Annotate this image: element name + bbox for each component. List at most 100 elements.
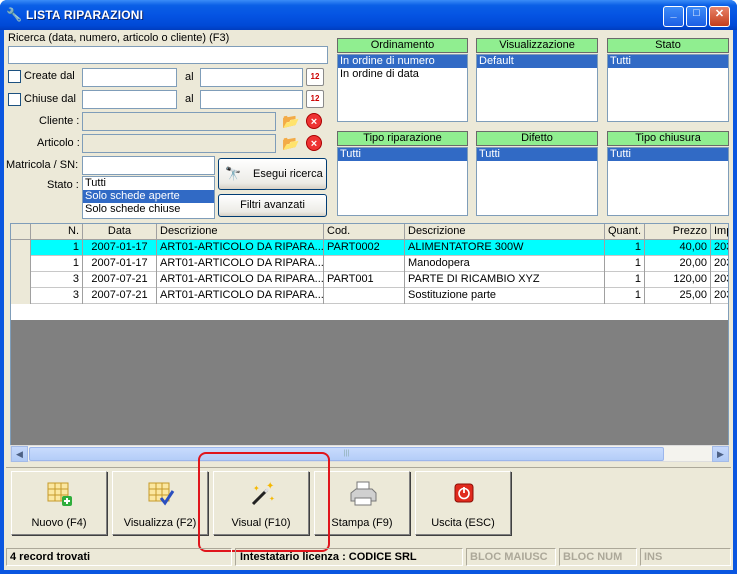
new-grid-icon <box>47 482 72 506</box>
ordinamento-listbox[interactable]: In ordine di numero In ordine di data <box>337 54 468 122</box>
column-header[interactable]: Descrizione <box>405 224 605 240</box>
toolbar: Nuovo (F4) Visualizza (F2) ✦ ✦ ✦ Visual … <box>6 467 731 544</box>
table-cell: 2007-07-21 <box>83 272 157 288</box>
stato-label: Stato : <box>47 179 79 191</box>
chiuse-dal-checkbox[interactable] <box>8 93 21 106</box>
column-header[interactable]: N. <box>31 224 83 240</box>
record-count: 4 record trovati <box>6 548 232 566</box>
tipo-chiusura-header: Tipo chiusura <box>607 131 729 146</box>
cliente-field[interactable] <box>82 112 276 131</box>
horizontal-scrollbar[interactable]: ◀ ||| ▶ <box>10 445 729 462</box>
stato-option-selected[interactable]: Solo schede aperte <box>83 190 214 203</box>
scroll-left-icon[interactable]: ◀ <box>11 446 28 462</box>
power-icon <box>454 483 474 503</box>
create-dal-label: Create dal <box>24 70 75 82</box>
create-to-date[interactable] <box>200 68 303 87</box>
calendar-icon[interactable]: 12 <box>306 68 324 86</box>
ordinamento-option-selected[interactable]: In ordine di numero <box>338 55 467 68</box>
table-cell: PARTE DI RICAMBIO XYZ <box>405 272 605 288</box>
table-cell: Manodopera <box>405 256 605 272</box>
folder-icon[interactable]: 📂 <box>282 134 300 152</box>
row-indicator <box>11 272 31 288</box>
table-cell: 1 <box>605 240 645 256</box>
visualizzazione-option-selected[interactable]: Default <box>477 55 597 68</box>
title-bar[interactable]: 🔧 LISTA RIPARAZIONI _ □ ✕ <box>0 0 737 30</box>
filtri-avanzati-button[interactable]: Filtri avanzati <box>218 194 327 217</box>
clear-icon[interactable]: × <box>306 135 322 151</box>
table-cell: 2007-07-21 <box>83 288 157 304</box>
clear-icon[interactable]: × <box>306 113 322 129</box>
table-cell: 203 <box>711 272 728 288</box>
difetto-option-selected[interactable]: Tutti <box>477 148 597 161</box>
column-header[interactable]: Data <box>83 224 157 240</box>
stato-panel-option-selected[interactable]: Tutti <box>608 55 728 68</box>
table-row[interactable]: 3 2007-07-21 ART01-ARTICOLO DA RIPARA... PA… <box>11 272 728 288</box>
wrench-icon: 🔧 <box>6 7 23 22</box>
stato-panel-header: Stato <box>607 38 729 53</box>
maximize-button[interactable]: □ <box>686 6 707 27</box>
difetto-listbox[interactable]: Tutti <box>476 147 598 216</box>
table-cell: ART01-ARTICOLO DA RIPARA... <box>157 240 324 256</box>
column-header[interactable]: Quant. <box>605 224 645 240</box>
uscita-button[interactable]: Uscita (ESC) <box>415 471 511 535</box>
stato-panel-listbox[interactable]: Tutti <box>607 54 729 122</box>
close-button[interactable]: ✕ <box>709 6 730 27</box>
table-row[interactable]: 3 2007-07-21 ART01-ARTICOLO DA RIPARA... So… <box>11 288 728 304</box>
nuovo-button[interactable]: Nuovo (F4) <box>11 471 107 535</box>
articolo-field[interactable] <box>82 134 276 153</box>
uscita-label: Uscita (ESC) <box>431 517 495 529</box>
esegui-ricerca-label: Esegui ricerca <box>253 168 323 180</box>
create-from-date[interactable] <box>82 68 177 87</box>
application-window: 🔧 LISTA RIPARAZIONI _ □ ✕ Ricerca (data,… <box>0 0 737 574</box>
annotation-highlight <box>198 452 330 552</box>
printer-icon <box>350 481 377 506</box>
visualizza-button[interactable]: Visualizza (F2) <box>112 471 208 535</box>
column-header[interactable]: Descrizione <box>157 224 324 240</box>
search-label: Ricerca (data, numero, articolo o client… <box>8 32 230 44</box>
table-cell: 203 <box>711 256 728 272</box>
difetto-header: Difetto <box>476 131 598 146</box>
visualizzazione-listbox[interactable]: Default <box>476 54 598 122</box>
tipo-chiusura-option-selected[interactable]: Tutti <box>608 148 728 161</box>
matricola-label: Matricola / SN: <box>6 159 79 171</box>
table-row-selected[interactable]: 1 2007-01-17 ART01-ARTICOLO DA RIPARA... PA… <box>11 240 728 256</box>
status-bar: 4 record trovati Intestatario licenza : … <box>6 546 731 568</box>
ordinamento-option[interactable]: In ordine di data <box>338 68 467 81</box>
window-title: LISTA RIPARAZIONI <box>26 8 144 22</box>
matricola-input[interactable] <box>82 156 215 175</box>
repairs-table[interactable]: N. Data Descrizione Cod. Descrizione Qua… <box>10 223 729 461</box>
folder-icon[interactable]: 📂 <box>282 112 300 130</box>
tipo-riparazione-option-selected[interactable]: Tutti <box>338 148 467 161</box>
table-cell: 3 <box>31 288 83 304</box>
stato-option[interactable]: Solo schede chiuse <box>83 203 214 216</box>
chiuse-to-date[interactable] <box>200 90 303 109</box>
chiuse-al-label: al <box>185 93 194 105</box>
table-cell: 1 <box>31 240 83 256</box>
scroll-thumb[interactable]: ||| <box>29 447 664 461</box>
scroll-right-icon[interactable]: ▶ <box>712 446 729 462</box>
calendar-icon[interactable]: 12 <box>306 90 324 108</box>
caps-lock-indicator: BLOC MAIUSC <box>466 548 556 566</box>
table-cell: PART0002 <box>324 240 405 256</box>
column-header[interactable]: Cod. <box>324 224 405 240</box>
column-header[interactable]: Prezzo <box>645 224 711 240</box>
table-cell: 203 <box>711 288 728 304</box>
table-cell: 203 <box>711 240 728 256</box>
table-cell: ART01-ARTICOLO DA RIPARA... <box>157 288 324 304</box>
table-cell: ART01-ARTICOLO DA RIPARA... <box>157 272 324 288</box>
search-input[interactable] <box>8 46 328 64</box>
tipo-riparazione-listbox[interactable]: Tutti <box>337 147 468 216</box>
create-dal-checkbox[interactable] <box>8 70 21 83</box>
table-cell: 2007-01-17 <box>83 240 157 256</box>
stato-listbox[interactable]: Tutti Solo schede aperte Solo schede chi… <box>82 176 215 219</box>
stato-option[interactable]: Tutti <box>83 177 214 190</box>
minimize-button[interactable]: _ <box>663 6 684 27</box>
row-indicator <box>11 240 31 256</box>
column-header[interactable]: Imp <box>711 224 728 240</box>
table-cell: Sostituzione parte <box>405 288 605 304</box>
chiuse-from-date[interactable] <box>82 90 177 109</box>
table-cell: PART001 <box>324 272 405 288</box>
tipo-chiusura-listbox[interactable]: Tutti <box>607 147 729 216</box>
esegui-ricerca-button[interactable]: 🔭 Esegui ricerca <box>218 158 327 190</box>
table-row[interactable]: 1 2007-01-17 ART01-ARTICOLO DA RIPARA... Ma… <box>11 256 728 272</box>
